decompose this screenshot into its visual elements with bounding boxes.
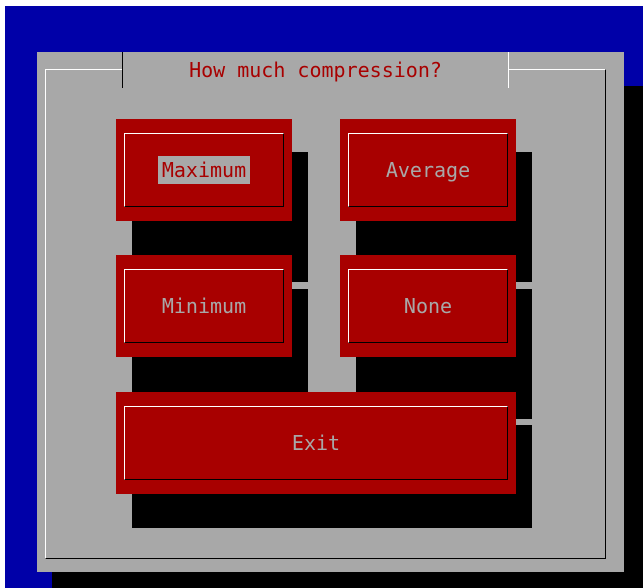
maximum-button[interactable]: Maximum (116, 119, 292, 221)
dialog-title: How much compression? (122, 52, 509, 88)
average-button[interactable]: Average (340, 119, 516, 221)
none-button[interactable]: None (340, 255, 516, 357)
average-button-label: Average (385, 158, 471, 182)
minimum-button-label: Minimum (161, 294, 247, 318)
exit-button-label: Exit (291, 431, 341, 455)
none-button-label: None (403, 294, 453, 318)
compression-dialog: How much compression? Maximum Average Mi… (37, 52, 624, 572)
exit-button[interactable]: Exit (116, 392, 516, 494)
maximum-button-label: Maximum (157, 156, 251, 184)
minimum-button[interactable]: Minimum (116, 255, 292, 357)
